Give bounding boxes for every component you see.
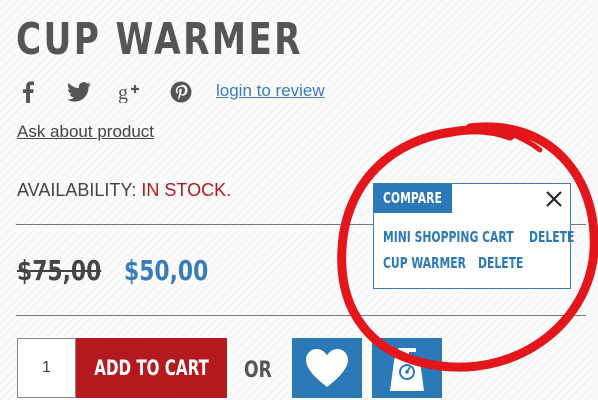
compare-header: COMPARE [373,183,452,213]
compare-delete-link[interactable]: DELETE [478,254,523,272]
close-icon[interactable] [545,190,563,208]
availability-label: AVAILABILITY: [17,180,142,200]
twitter-icon[interactable] [67,80,91,104]
svg-text:g: g [118,82,128,103]
availability-status: IN STOCK. [141,180,232,200]
compare-title: COMPARE [383,189,442,207]
compare-item: MINI SHOPPING CART DELETE [383,227,592,247]
price-new: $50,00 [124,254,209,287]
price-old: $75,00 [17,254,102,287]
compare-delete-link[interactable]: DELETE [529,228,574,246]
compare-popup: COMPARE MINI SHOPPING CART DELETE CUP WA… [373,183,575,289]
quantity-input[interactable]: 1 [17,338,76,398]
product-title: CUP WARMER [16,14,303,65]
or-separator: OR [244,358,272,383]
compare-item: CUP WARMER DELETE [383,253,541,273]
availability: AVAILABILITY: IN STOCK. [17,180,231,201]
compare-item-name[interactable]: MINI SHOPPING CART [383,228,514,246]
scale-icon [385,342,424,391]
divider [16,315,586,316]
facebook-icon[interactable] [16,80,40,104]
add-to-cart-button[interactable]: ADD TO CART [76,338,227,398]
ask-about-product-link[interactable]: Ask about product [17,122,154,142]
compare-item-name[interactable]: CUP WARMER [383,254,466,272]
wishlist-button[interactable] [292,338,362,398]
add-to-compare-button[interactable] [372,338,442,398]
pinterest-icon[interactable] [169,80,193,104]
heart-icon [306,349,348,387]
social-share-bar: g [16,80,220,104]
google-plus-icon[interactable]: g [118,80,142,104]
login-to-review-link[interactable]: login to review [216,81,325,101]
add-to-cart-label: ADD TO CART [94,356,209,380]
